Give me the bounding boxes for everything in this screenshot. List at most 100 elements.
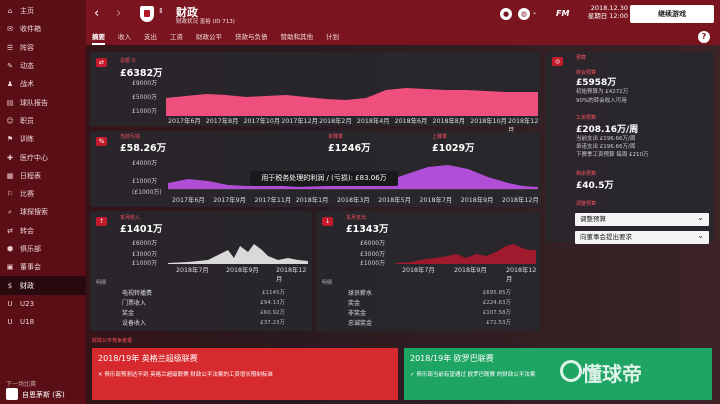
balance-icon: ⇄ (96, 58, 107, 67)
sidebar-item[interactable]: ✎ 动态 (0, 57, 86, 75)
income-value: £1401万 (120, 224, 163, 235)
tab-item[interactable]: 计划 (326, 29, 339, 45)
tactics-icon: ♟ (6, 80, 14, 89)
next-match-hint: 下一场比赛 (6, 381, 37, 388)
u23-icon: U (7, 299, 13, 308)
chevron-updown-icon[interactable]: ⇕ (158, 7, 164, 15)
profit-b-title: 本赛季 (328, 134, 344, 140)
detail-label: 门票收入 (122, 300, 147, 307)
date-text: 2018.12.30 (590, 4, 628, 12)
x-tick-label: 2018年10月 (470, 118, 507, 125)
tab-item[interactable]: 摘要 (92, 29, 105, 45)
card-title: 2018/19年 欧罗巴联赛 (410, 354, 494, 363)
income-title: 本月收入 (120, 215, 141, 221)
income-panel: ↑ 本月收入 £1401万 £6000万 £3000万 £1000万 2018年… (90, 211, 312, 331)
sidebar-item[interactable]: U U23 (0, 295, 86, 313)
detail-value: £94.13万 (260, 300, 285, 306)
board-icon: ▣ (6, 263, 14, 272)
remaining-budget-label: 剩余预算 (576, 171, 597, 177)
sidebar-item-label: 主页 (20, 7, 34, 16)
budget-icon: ◎ (552, 57, 563, 66)
detail-label: 奖金 (122, 310, 135, 317)
next-match[interactable]: 自恩茅斯 (客) (22, 390, 65, 400)
x-tick-label: 2018年12月 (276, 267, 307, 283)
tab-item[interactable]: 贷款与负债 (235, 29, 268, 45)
sidebar-item[interactable]: ▣ 董事会 (0, 258, 86, 276)
sidebar-item[interactable]: U U18 (0, 313, 86, 331)
x-tick-label: 2018年8月 (432, 118, 466, 125)
chevron-down-icon[interactable]: ⌄ (532, 9, 537, 16)
tab-item[interactable]: 赞助和其他 (281, 29, 314, 45)
tab-item[interactable]: 工资 (170, 29, 183, 45)
sidebar-item[interactable]: ✉ 收件箱 (0, 20, 86, 38)
x-tick-label: 2018年9月 (226, 267, 259, 274)
detail-value: £60.92万 (260, 310, 285, 316)
globe-icon[interactable]: ◍ (518, 8, 530, 20)
sidebar-item[interactable]: ⌂ 主页 (0, 2, 86, 20)
squad-icon: ☰ (6, 43, 14, 52)
x-tick-label: 2017年10月 (243, 118, 281, 125)
sidebar-item[interactable]: ▦ 日程表 (0, 167, 86, 185)
sidebar-item-label: 战术 (20, 80, 34, 89)
income-up-icon: ↑ (96, 217, 107, 226)
y-tick-label: £5000万 (132, 94, 158, 101)
balance-title: 总额 ⏱ (120, 58, 136, 64)
transfer-note: 90%的转会收入可用 (576, 98, 627, 104)
profit-panel: % 当前亏损 £58.26万 本赛季 £1246万 上赛季 £1029万 £40… (90, 131, 540, 207)
sidebar-item[interactable]: $ 财政 (0, 276, 86, 295)
detail-value: £224.63万 (482, 300, 511, 306)
sidebar-item[interactable]: ▤ 球队报告 (0, 93, 86, 111)
x-tick-label: 2018年7月 (402, 267, 435, 274)
profit-icon: % (96, 137, 107, 146)
ffp-label: 财政公平竞争者报 (92, 338, 133, 344)
sidebar-item[interactable]: ♟ 战术 (0, 75, 86, 93)
expense-area-chart (396, 244, 536, 264)
y-tick-label: £4000万 (132, 160, 158, 167)
forward-icon[interactable]: › (116, 6, 121, 21)
profit-a-value: £58.26万 (120, 143, 167, 154)
sidebar-item[interactable]: ☰ 阵容 (0, 39, 86, 57)
sidebar-item[interactable]: ☺ 职员 (0, 112, 86, 130)
sidebar-item[interactable]: ⇄ 转会 (0, 222, 86, 240)
tab-item[interactable]: 财政公平 (196, 29, 222, 45)
sidebar-item-label: 动态 (20, 62, 34, 71)
card-text: ✓ 俱乐部当前有望通过 欧罗巴联赛 的财政公平法案 (410, 372, 536, 378)
sidebar-item-label: 训练 (20, 135, 34, 144)
back-icon[interactable]: ‹ (94, 6, 99, 21)
sidebar-item[interactable]: ⚐ 比赛 (0, 185, 86, 203)
sidebar-item[interactable]: ✚ 医疗中心 (0, 148, 86, 166)
detail-label: 球员薪水 (348, 290, 373, 297)
expense-panel: ↓ 本月支出 £1343万 £6000万 £3000万 £1000万 2018年… (316, 211, 540, 331)
sidebar-item-label: 俱乐部 (20, 245, 41, 253)
x-tick-label: 2018年5月 (378, 197, 411, 204)
budget-header: 预算 (576, 55, 587, 61)
y-tick-label: £3000万 (132, 251, 158, 258)
profit-c-title: 上赛季 (432, 134, 448, 140)
ffp-card-league: 2018/19年 英格兰超级联赛 ✕ 俱乐部预测达不到 英格兰超级联赛 财政公平… (92, 348, 398, 400)
x-tick-label: 2018年7月 (176, 267, 209, 274)
wage-note: 承诺支出 £196.66万/周 (576, 144, 636, 150)
board-request-select[interactable]: 向董事会提出要求 (575, 229, 709, 244)
help-icon[interactable]: ? (698, 31, 710, 43)
u18-icon: U (7, 318, 13, 327)
tab-item[interactable]: 支出 (144, 29, 157, 45)
adjust-budget-select[interactable]: 调整预算 (575, 211, 709, 226)
sidebar-item[interactable]: ⚑ 训练 (0, 130, 86, 148)
club-crest-icon[interactable] (140, 6, 154, 22)
balance-area-chart (166, 88, 538, 116)
sidebar-item-label: 董事会 (20, 263, 41, 272)
sidebar-item-label: 转会 (20, 226, 34, 235)
profit-b-value: £1246万 (328, 143, 371, 154)
balance-area (166, 88, 538, 116)
detail-label: 忠诚奖金 (348, 320, 373, 327)
sidebar-item[interactable]: ⌕ 球探搜索 (0, 203, 86, 221)
fm-menu-button[interactable]: FM (556, 9, 569, 18)
profit-c-value: £1029万 (432, 143, 475, 154)
x-tick-label: 2018年9月 (460, 197, 494, 204)
profile-icon[interactable]: ● (500, 8, 512, 20)
sidebar-item[interactable]: ⬢ 俱乐部 (0, 240, 86, 258)
tab-bar: 摘要 收入 支出 工资 财政公平 贷款与负债 赞助和其他 计划? (86, 29, 720, 45)
tab-item[interactable]: 收入 (118, 29, 131, 45)
continue-button[interactable]: 继续游戏 (630, 5, 714, 23)
time-text: 星期日 12:00 (587, 12, 628, 20)
